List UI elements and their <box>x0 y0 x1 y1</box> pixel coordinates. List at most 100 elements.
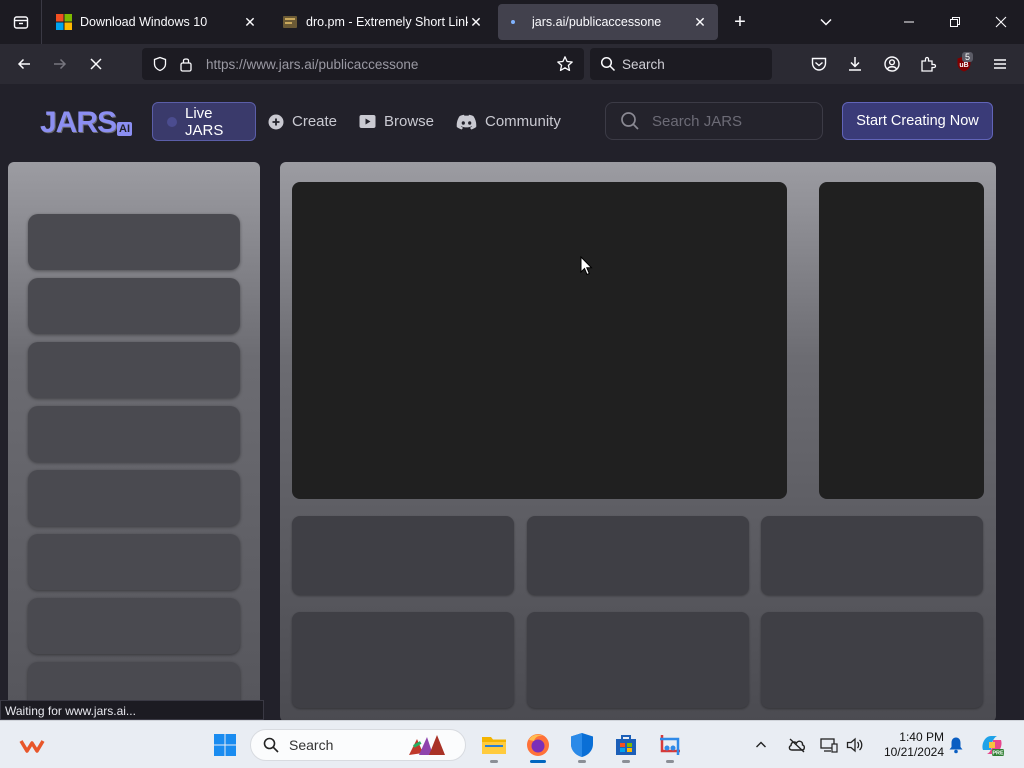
copilot-button[interactable]: PRE <box>976 729 1008 761</box>
snipping-tool-icon <box>660 735 680 755</box>
nav-community[interactable]: Community <box>456 102 561 141</box>
taskbar-search-label: Search <box>289 737 334 753</box>
taskbar-defender[interactable] <box>566 729 598 761</box>
chevron-down-icon <box>820 18 832 26</box>
pocket-icon[interactable] <box>810 55 828 73</box>
nav-community-label: Community <box>485 113 561 130</box>
browser-search-bar[interactable]: Search <box>590 48 772 80</box>
network-icon <box>820 738 838 753</box>
nav-browse-label: Browse <box>384 113 435 130</box>
running-indicator <box>622 760 630 763</box>
taskbar-search[interactable]: Search <box>250 729 466 761</box>
running-indicator <box>578 760 586 763</box>
search-icon <box>600 56 616 72</box>
side-panel-placeholder <box>819 182 984 499</box>
tab-download-windows[interactable]: Download Windows 10 ✕ <box>46 4 268 40</box>
url-text[interactable]: https://www.jars.ai/publicaccessone <box>206 57 418 72</box>
taskbar-file-explorer[interactable] <box>478 729 510 761</box>
taskbar-store[interactable] <box>610 729 642 761</box>
shield-icon[interactable] <box>152 56 168 72</box>
forward-button[interactable] <box>46 50 74 78</box>
jars-logo[interactable]: JARS AI <box>40 104 133 139</box>
restore-button[interactable] <box>932 0 978 44</box>
list-all-tabs-button[interactable] <box>812 8 840 36</box>
lock-icon[interactable] <box>178 55 194 73</box>
sidebar-skeleton-item <box>28 598 240 654</box>
back-button[interactable] <box>10 50 38 78</box>
card-skeleton <box>527 612 749 708</box>
star-icon[interactable] <box>556 55 574 73</box>
nav-live-jars[interactable]: Live JARS <box>152 102 256 141</box>
sidebar-skeleton <box>8 162 260 720</box>
sidebar-skeleton-item <box>28 214 240 270</box>
taskbar-firefox[interactable] <box>522 729 554 761</box>
tab-list-icon <box>13 16 28 29</box>
extension-badge: 5 <box>962 52 974 62</box>
loading-dot-icon <box>511 20 515 24</box>
dro-pm-favicon-icon <box>283 16 297 28</box>
nav-create[interactable]: Create <box>268 102 337 141</box>
url-bar[interactable]: https://www.jars.ai/publicaccessone <box>142 48 584 80</box>
menu-icon[interactable] <box>991 55 1009 73</box>
mouse-cursor-icon <box>580 256 593 276</box>
account-icon[interactable] <box>883 55 901 73</box>
firefox-icon <box>527 734 549 756</box>
svg-text:PRE: PRE <box>992 751 1004 757</box>
taskbar-snipping-tool[interactable] <box>654 729 686 761</box>
notifications-button[interactable] <box>944 729 968 761</box>
active-indicator <box>530 760 546 763</box>
running-indicator <box>666 760 674 763</box>
chevron-up-icon <box>756 741 766 748</box>
card-skeleton <box>292 516 514 595</box>
close-window-button[interactable] <box>978 0 1024 44</box>
download-icon[interactable] <box>846 55 864 73</box>
volume-control[interactable] <box>842 729 868 761</box>
cta-label: Start Creating Now <box>856 113 979 129</box>
tab-title: dro.pm - Extremely Short Links <box>306 15 468 29</box>
taskbar-clock[interactable]: 1:40 PM 10/21/2024 <box>876 730 944 760</box>
nav-browse[interactable]: Browse <box>359 102 434 141</box>
tab-title: jars.ai/publicaccessone <box>532 15 662 29</box>
onedrive-status[interactable] <box>782 729 812 761</box>
tab-dro-pm[interactable]: dro.pm - Extremely Short Links ✕ <box>272 4 494 40</box>
sidebar-skeleton-item <box>28 406 240 462</box>
stop-loading-button[interactable] <box>82 50 110 78</box>
live-icon <box>167 116 177 127</box>
cloud-off-icon <box>788 738 806 753</box>
shield-icon <box>571 733 593 757</box>
new-tab-button[interactable]: + <box>726 8 754 36</box>
show-hidden-icons-button[interactable] <box>750 729 772 761</box>
windows-taskbar: Search 1:40 PM 10/21/2024 PRE <box>0 720 1024 768</box>
weather-widget[interactable] <box>16 729 48 761</box>
close-tab-icon[interactable]: ✕ <box>242 14 258 30</box>
site-header: JARS AI Live JARS Create Browse Communit… <box>0 84 1024 156</box>
minimize-button[interactable] <box>886 0 932 44</box>
stop-icon <box>90 58 102 70</box>
arrow-left-icon <box>17 58 30 70</box>
logo-text: JARS <box>40 106 117 139</box>
card-skeleton <box>761 612 983 708</box>
search-highlight-icon <box>409 735 445 755</box>
search-placeholder: Search <box>622 57 665 72</box>
extensions-icon[interactable] <box>919 55 937 73</box>
tab-list-button[interactable] <box>0 0 42 44</box>
windows-logo-icon <box>56 14 72 30</box>
card-skeleton <box>527 516 749 595</box>
store-icon <box>616 735 636 755</box>
tab-title: Download Windows 10 <box>80 15 208 29</box>
start-creating-button[interactable]: Start Creating Now <box>842 102 993 140</box>
network-status[interactable] <box>816 729 842 761</box>
plus-icon: + <box>734 10 746 33</box>
start-button[interactable] <box>209 729 241 761</box>
status-bar: Waiting for www.jars.ai... <box>0 700 264 720</box>
windows-start-icon <box>214 734 236 756</box>
card-skeleton <box>761 516 983 595</box>
close-tab-icon[interactable]: ✕ <box>692 14 708 30</box>
tab-jars-ai[interactable]: jars.ai/publicaccessone ✕ <box>498 4 718 40</box>
close-tab-icon[interactable]: ✕ <box>468 14 484 30</box>
minimize-icon <box>904 21 914 23</box>
bell-icon <box>949 737 963 754</box>
site-search-input[interactable]: Search JARS <box>605 102 823 140</box>
close-icon <box>995 16 1007 28</box>
sidebar-skeleton-item <box>28 470 240 526</box>
